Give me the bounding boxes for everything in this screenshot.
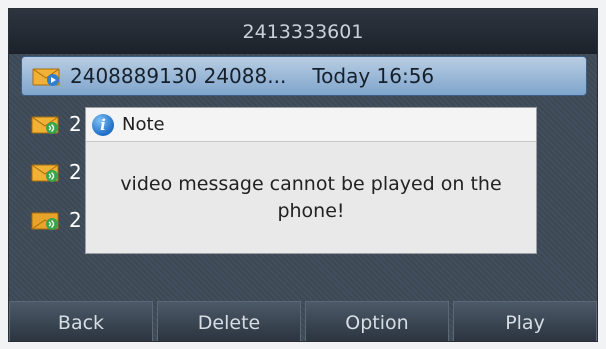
dialog-message: video message cannot be played on the ph… xyxy=(120,172,502,222)
mailbox-number-title: 2413333601 xyxy=(242,20,364,43)
play-softkey[interactable]: Play xyxy=(453,301,597,341)
message-caller-label: 2 xyxy=(69,112,82,136)
dialog-message-area: video message cannot be played on the ph… xyxy=(86,142,536,253)
back-softkey[interactable]: Back xyxy=(9,301,153,341)
message-caller-label: 2408889130 24088... xyxy=(70,64,287,88)
option-softkey[interactable]: Option xyxy=(305,301,449,341)
message-row-1[interactable]: 2408889130 24088... Today 16:56 xyxy=(21,56,587,96)
phone-screen: 2413333601 2408889130 24088... Today 16:… xyxy=(8,8,598,342)
dialog-header: i Note xyxy=(86,108,536,142)
delete-softkey[interactable]: Delete xyxy=(157,301,301,341)
title-bar: 2413333601 xyxy=(9,9,597,54)
voicemail-envelope-icon xyxy=(31,212,59,230)
info-icon: i xyxy=(92,113,114,136)
note-dialog: i Note video message cannot be played on… xyxy=(85,107,537,254)
softkey-bar: Back Delete Option Play xyxy=(9,301,597,341)
voicemail-envelope-icon xyxy=(31,164,59,182)
voicemail-envelope-icon xyxy=(31,116,59,134)
message-caller-label: 2 xyxy=(69,160,82,184)
message-caller-label: 2 xyxy=(69,208,82,232)
dialog-title: Note xyxy=(122,114,165,135)
video-voicemail-envelope-icon xyxy=(32,68,60,86)
phone-display-frame: 2413333601 2408889130 24088... Today 16:… xyxy=(0,0,606,349)
message-time-label: Today 16:56 xyxy=(312,64,435,88)
